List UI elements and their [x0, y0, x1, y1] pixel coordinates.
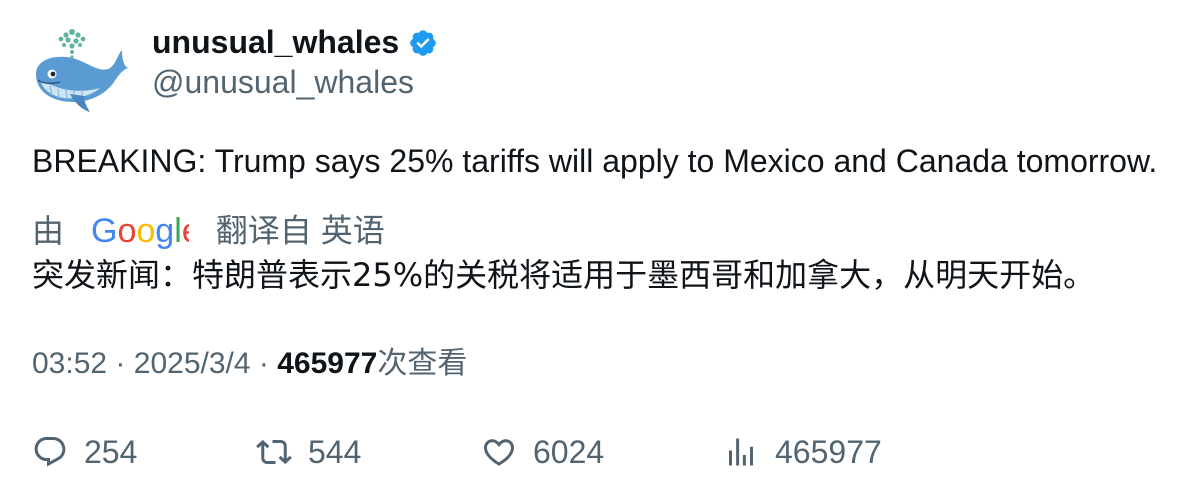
views-count: 465977: [277, 347, 378, 380]
translated-by-label: 由: [32, 212, 65, 249]
translated-tweet-text: 突发新闻：特朗普表示25%的关税将适用于墨西哥和加拿大，从明天开始。: [32, 256, 1096, 294]
tweet-text: BREAKING: Trump says 25% tariffs will ap…: [32, 143, 1158, 179]
translation-attribution: 由 Google 翻译自 英语: [32, 207, 385, 250]
svg-text:Google: Google: [91, 213, 189, 249]
meta-separator: ·: [115, 347, 126, 380]
verified-badge-icon: [408, 28, 438, 58]
tweet-meta: 03:52 · 2025/3/4 · 465977次查看: [32, 344, 467, 384]
like-button[interactable]: 6024: [481, 430, 604, 474]
views-label: 次查看: [377, 347, 468, 380]
google-logo-icon[interactable]: Google: [91, 212, 201, 250]
heart-icon: [483, 439, 515, 466]
views-button[interactable]: 465977: [723, 430, 882, 474]
retweet-button[interactable]: 544: [256, 430, 361, 474]
reply-button[interactable]: 254: [32, 430, 137, 474]
like-count: 6024: [533, 433, 605, 470]
translated-from-label[interactable]: 翻译自 英语: [216, 213, 385, 249]
action-bar: 254 544 6024 465977: [0, 430, 1196, 474]
meta-separator: ·: [258, 347, 269, 380]
reply-count: 254: [84, 433, 138, 470]
tweet-card: unusual_whales @unusual_whales BREAKING:…: [0, 0, 1196, 498]
views-action-count: 465977: [775, 433, 882, 470]
tweet-time[interactable]: 03:52: [32, 347, 107, 380]
author-handle[interactable]: @unusual_whales: [152, 62, 414, 102]
analytics-icon: [729, 438, 753, 466]
whale-avatar-icon[interactable]: [30, 22, 130, 114]
retweet-count: 544: [308, 433, 362, 470]
reply-icon: [34, 437, 66, 467]
tweet-date[interactable]: 2025/3/4: [134, 347, 251, 380]
author-display-name[interactable]: unusual_whales: [152, 22, 399, 62]
retweet-icon: [256, 439, 292, 465]
